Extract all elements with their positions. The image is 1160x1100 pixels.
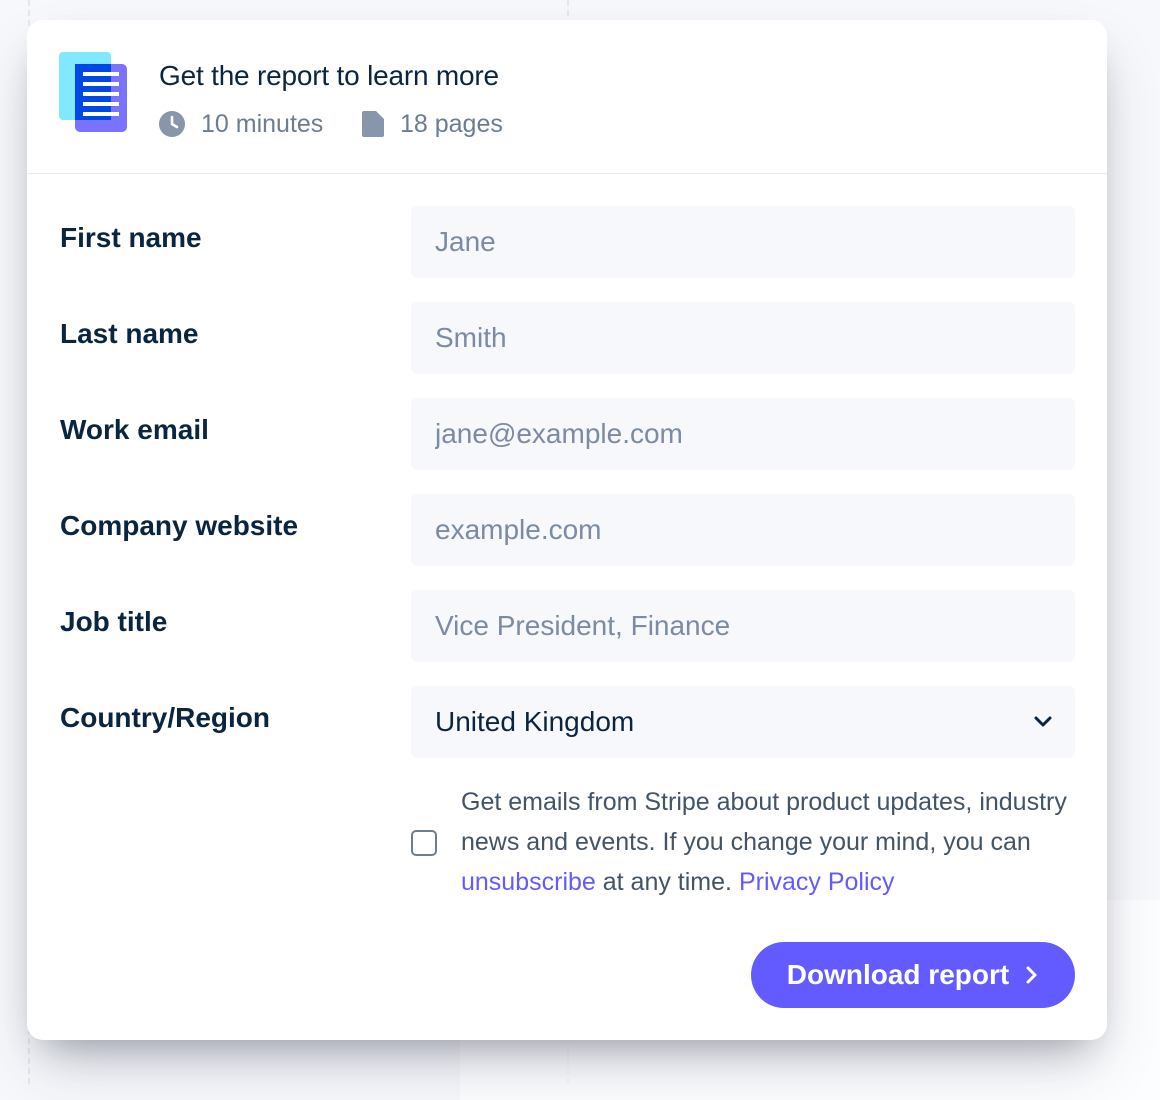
work-email-input[interactable]	[411, 398, 1075, 470]
job-title-input[interactable]	[411, 590, 1075, 662]
company-website-input[interactable]	[411, 494, 1075, 566]
privacy-policy-link[interactable]: Privacy Policy	[739, 868, 895, 896]
card-header: Get the report to learn more 10 minutes …	[27, 20, 1107, 174]
report-title: Get the report to learn more	[159, 60, 499, 91]
company-website-label: Company website	[60, 510, 299, 541]
clock-icon	[159, 111, 185, 137]
page-icon	[362, 111, 384, 137]
last-name-label: Last name	[60, 318, 199, 349]
chevron-down-icon	[1034, 716, 1052, 727]
last-name-row: Last name	[27, 302, 1107, 374]
work-email-row: Work email	[27, 398, 1107, 470]
page-count: 18 pages	[362, 108, 503, 140]
consent-text-middle: at any time.	[595, 868, 739, 896]
first-name-label: First name	[60, 222, 202, 253]
unsubscribe-link[interactable]: unsubscribe	[461, 868, 596, 896]
job-title-row: Job title	[27, 590, 1107, 662]
work-email-label: Work email	[60, 414, 209, 445]
first-name-input[interactable]	[411, 206, 1075, 278]
read-time: 10 minutes	[159, 108, 323, 140]
first-name-row: First name	[27, 206, 1107, 278]
country-selected-value: United Kingdom	[435, 706, 635, 737]
read-time-text: 10 minutes	[201, 109, 324, 138]
consent-text-before: Get emails from Stripe about product upd…	[461, 788, 1067, 856]
consent-checkbox[interactable]	[411, 830, 437, 856]
chevron-right-icon	[1026, 966, 1037, 984]
job-title-label: Job title	[60, 606, 168, 637]
page-count-text: 18 pages	[400, 109, 503, 138]
download-report-button[interactable]: Download report	[751, 942, 1075, 1008]
consent-text: Get emails from Stripe about product upd…	[461, 782, 1081, 902]
download-report-label: Download report	[786, 959, 1010, 990]
report-download-card: Get the report to learn more 10 minutes …	[27, 20, 1107, 1040]
document-icon	[59, 52, 129, 134]
country-select[interactable]: United Kingdom	[411, 686, 1075, 758]
country-row: Country/Region United Kingdom	[27, 686, 1107, 758]
last-name-input[interactable]	[411, 302, 1075, 374]
company-website-row: Company website	[27, 494, 1107, 566]
country-label: Country/Region	[60, 702, 270, 733]
